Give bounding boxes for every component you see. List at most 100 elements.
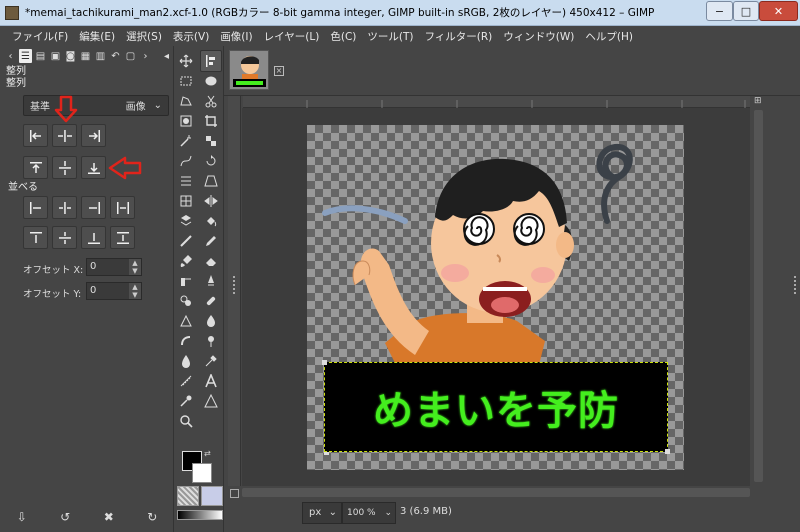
eyedropper-tool-icon[interactable] [175, 390, 197, 412]
restore-tool-preset-icon[interactable]: ↺ [60, 510, 70, 524]
text-layer-box[interactable]: めまいを予防 [322, 360, 670, 454]
tab-tool-options[interactable]: ☰ [19, 49, 32, 63]
scissors-select-tool-icon[interactable] [200, 90, 222, 112]
text-a-tool-icon[interactable] [200, 370, 222, 392]
menu-select[interactable]: 選択(S) [126, 29, 162, 44]
menu-help[interactable]: ヘルプ(H) [585, 29, 633, 44]
image-thumbnail[interactable] [229, 50, 269, 90]
ellipse-select-tool-icon[interactable] [200, 70, 222, 92]
tab-undo-history-icon[interactable]: ▣ [49, 49, 62, 63]
crop-tool-icon[interactable] [200, 110, 222, 132]
menu-tools[interactable]: ツール(T) [367, 29, 413, 44]
chevron-right-icon[interactable]: › [139, 49, 152, 63]
tab-colormap-icon[interactable]: ▢ [124, 49, 137, 63]
dodge-burn-tool-icon[interactable] [200, 330, 222, 352]
align-center-horizontal-button[interactable] [52, 124, 77, 147]
close-button[interactable]: ✕ [759, 1, 798, 21]
tab-layers-icon[interactable]: ▦ [79, 49, 92, 63]
menu-windows[interactable]: ウィンドウ(W) [503, 29, 574, 44]
perspective-tool-icon[interactable] [200, 170, 222, 192]
color-picker-tool-icon[interactable] [200, 350, 222, 372]
horizontal-ruler[interactable] [243, 96, 750, 108]
fuzzy-select-tool-icon[interactable] [175, 130, 197, 152]
maximize-button[interactable]: □ [733, 1, 759, 21]
rect-select-tool-icon[interactable] [175, 70, 197, 92]
distribute-right-button[interactable] [81, 196, 106, 219]
menu-layer[interactable]: レイヤー(L) [264, 29, 320, 44]
offset-x-spin-arrows[interactable]: ▲ ▼ [129, 259, 141, 275]
quick-mask-toggle[interactable] [228, 96, 241, 108]
vertical-scrollbar[interactable]: ⊞ [750, 96, 770, 486]
menu-view[interactable]: 表示(V) [173, 29, 209, 44]
save-tool-preset-icon[interactable]: ⇩ [17, 510, 27, 524]
bucket-fill-tool-icon[interactable] [200, 210, 222, 232]
rotate-tool-icon[interactable] [200, 150, 222, 172]
horizontal-scroll-thumb[interactable] [242, 488, 750, 497]
quick-mask-icon[interactable] [230, 489, 239, 498]
text-layer-handle-bottom-right[interactable] [665, 449, 670, 454]
handle-transform-tool-icon[interactable] [200, 390, 222, 412]
menu-colors[interactable]: 色(C) [330, 29, 356, 44]
menu-image[interactable]: 画像(I) [220, 29, 252, 44]
unit-select[interactable]: px ⌄ [302, 502, 342, 524]
warp-transform-tool-icon[interactable] [175, 170, 197, 192]
left-dock-grip-icon[interactable] [233, 276, 236, 294]
tab-device-status-icon[interactable]: ▤ [34, 49, 47, 63]
tab-images-icon[interactable]: ◙ [64, 49, 77, 63]
blur-tool-icon[interactable] [200, 310, 222, 332]
vertical-scroll-thumb[interactable] [754, 110, 763, 482]
gradient-tool-icon[interactable] [175, 230, 197, 252]
distribute-middle-button[interactable] [52, 226, 77, 249]
airbrush-tool-icon[interactable] [175, 270, 197, 292]
align-right-edge-button[interactable] [81, 124, 106, 147]
offset-x-field[interactable]: 0 ▲ ▼ [86, 258, 142, 276]
background-color-swatch[interactable] [192, 463, 212, 483]
align-middle-vertical-button[interactable] [52, 156, 77, 179]
text-tool-icon[interactable] [175, 210, 197, 232]
reset-tool-options-icon[interactable]: ↻ [147, 510, 157, 524]
perspective-clone-tool-icon[interactable] [175, 310, 197, 332]
dock-menu-icon[interactable]: ◂ [160, 49, 173, 63]
gradient-preview-icon[interactable] [177, 510, 223, 520]
relative-to-select[interactable]: 基準 画像 ⌄ [23, 95, 169, 116]
free-select-tool-icon[interactable] [175, 90, 197, 112]
text-layer-handle-top-left[interactable] [322, 360, 327, 365]
vertical-ruler[interactable] [228, 108, 241, 486]
zoom-tool-icon[interactable] [175, 410, 197, 432]
tab-channels-icon[interactable]: ▥ [94, 49, 107, 63]
clone-tool-icon[interactable] [175, 290, 197, 312]
distribute-center-button[interactable] [52, 196, 77, 219]
align-tool-icon[interactable] [200, 50, 222, 72]
minimize-button[interactable]: − [706, 1, 733, 21]
menu-edit[interactable]: 編集(E) [79, 29, 115, 44]
select-by-color-tool-icon[interactable] [200, 130, 222, 152]
pencil-tool-icon[interactable] [200, 230, 222, 252]
offset-y-field[interactable]: 0 ▲ ▼ [86, 282, 142, 300]
distribute-horizontal-gap-button[interactable] [110, 196, 135, 219]
distribute-vertical-gap-button[interactable] [110, 226, 135, 249]
flip-tool-icon[interactable] [200, 190, 222, 212]
foreground-select-tool-icon[interactable] [175, 110, 197, 132]
navigate-icon[interactable]: ⊞ [754, 96, 766, 108]
move-tool-icon[interactable] [175, 50, 197, 72]
delete-tool-preset-icon[interactable]: ✖ [104, 510, 114, 524]
smudge-tool-icon[interactable] [175, 330, 197, 352]
menu-file[interactable]: ファイル(F) [12, 29, 68, 44]
brush-preview-icon[interactable] [177, 486, 199, 506]
distribute-left-button[interactable] [23, 196, 48, 219]
distribute-bottom-button[interactable] [81, 226, 106, 249]
chevron-left-icon[interactable]: ‹ [4, 49, 17, 63]
measure-tool-icon[interactable] [175, 370, 197, 392]
align-bottom-edge-button[interactable] [81, 156, 106, 179]
align-top-edge-button[interactable] [23, 156, 48, 179]
align-left-edge-button[interactable] [23, 124, 48, 147]
pattern-preview-icon[interactable] [201, 486, 223, 506]
paths-tool-icon[interactable] [175, 150, 197, 172]
offset-y-spin-arrows[interactable]: ▲ ▼ [129, 283, 141, 299]
ink-tool-icon[interactable] [200, 270, 222, 292]
heal-tool-icon[interactable] [200, 290, 222, 312]
swap-colors-icon[interactable]: ⇄ [204, 449, 211, 458]
menu-filters[interactable]: フィルター(R) [424, 29, 492, 44]
close-image-tab-icon[interactable]: × [274, 66, 284, 76]
tab-paths-icon[interactable]: ↶ [109, 49, 122, 63]
